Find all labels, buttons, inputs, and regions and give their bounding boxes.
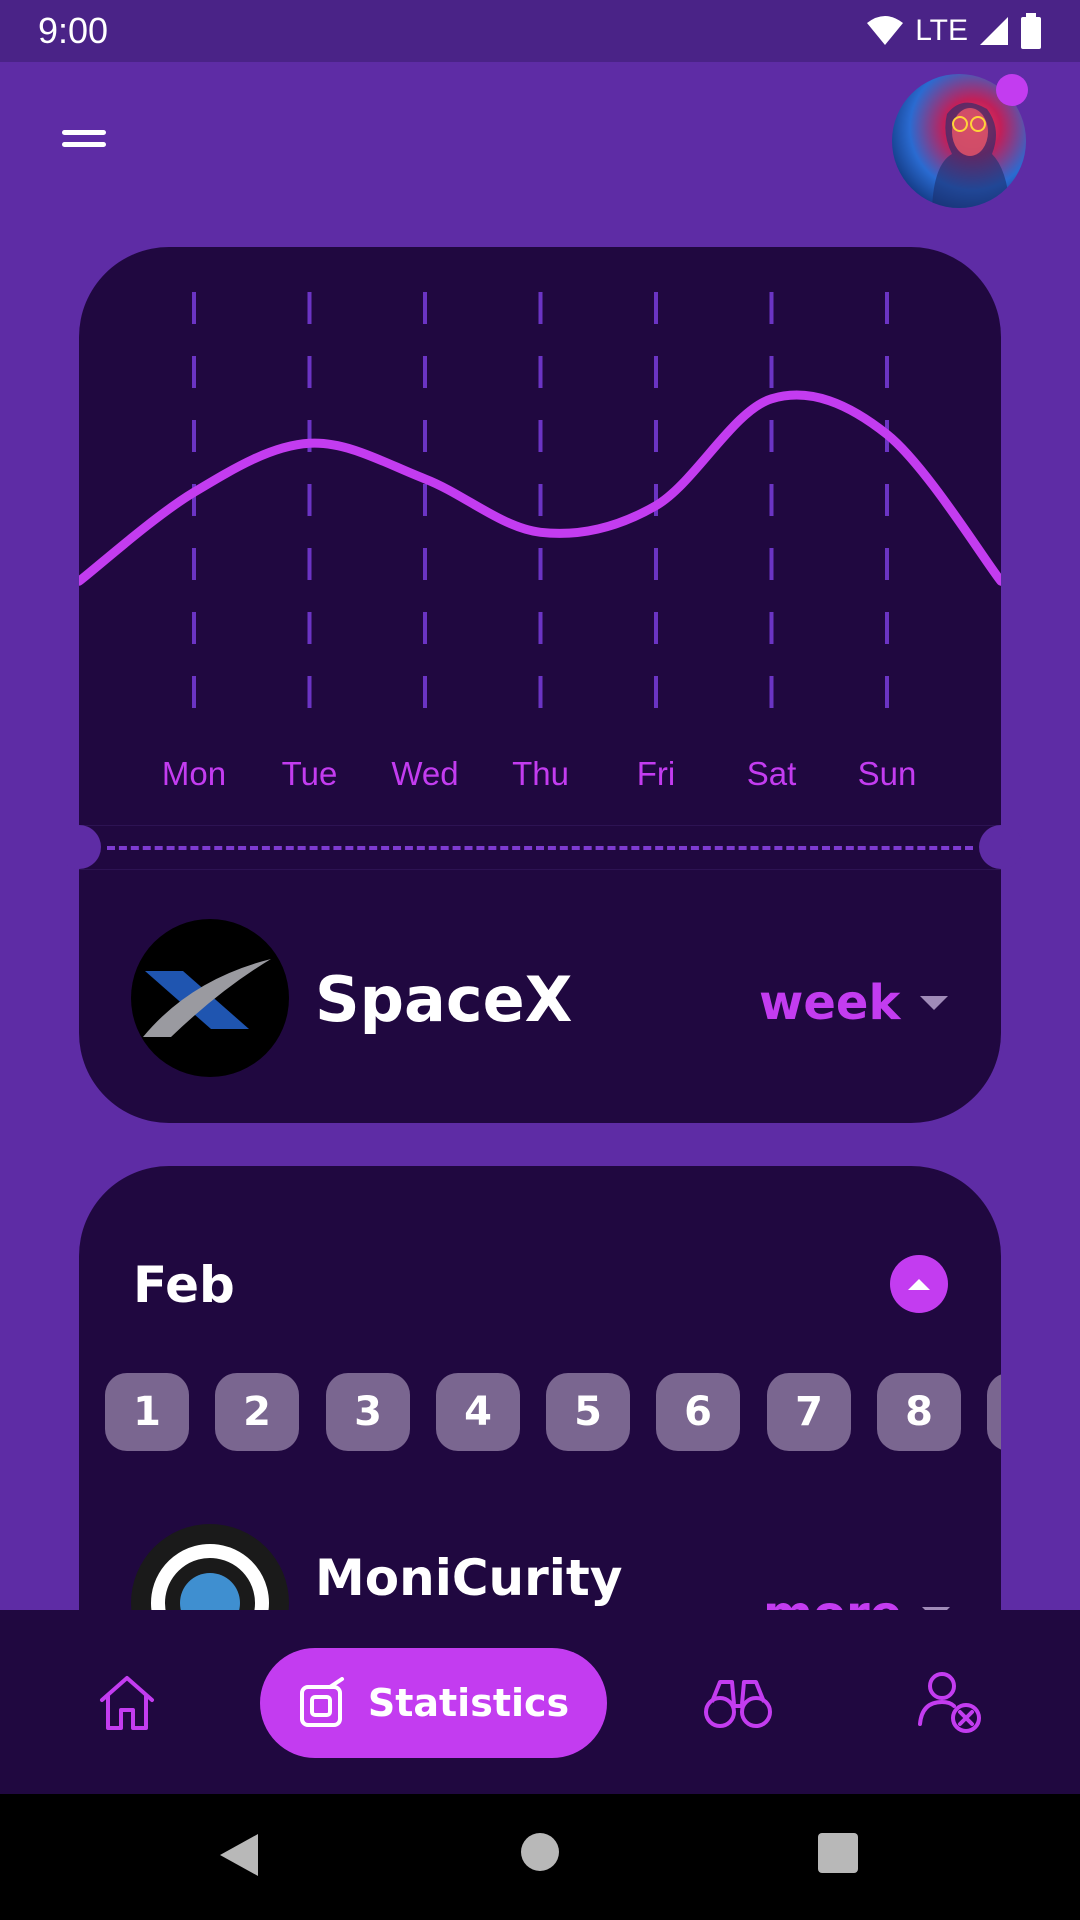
ticket-notch-right	[979, 825, 1023, 869]
menu-bar	[62, 142, 106, 147]
nav-statistics-button[interactable]: Statistics	[260, 1648, 607, 1758]
company2-name: MoniCurity	[315, 1549, 623, 1607]
x-tick-label: Sat	[746, 755, 797, 792]
day-chip[interactable]: 1	[105, 1373, 189, 1451]
x-tick-label: Sun	[857, 755, 917, 792]
status-bar: 9:00 LTE	[0, 0, 1080, 62]
spacex-logo-icon	[143, 959, 271, 1037]
spacex-logo	[131, 919, 289, 1077]
chevron-down-icon	[920, 996, 949, 1010]
day-chip-partial[interactable]	[987, 1373, 1001, 1451]
bottom-navigation: Statistics	[0, 1610, 1080, 1794]
binoculars-icon[interactable]	[702, 1672, 774, 1737]
notification-dot	[996, 74, 1028, 106]
network-type: LTE	[915, 14, 968, 47]
day-chip[interactable]: 5	[546, 1373, 630, 1451]
period-label: week	[759, 975, 901, 1031]
cell-signal-icon	[980, 17, 1008, 45]
day-chip[interactable]: 3	[326, 1373, 410, 1451]
weekly-line-chart	[79, 292, 1001, 737]
calendar-card: Feb 1 2 3 4 5 6 7 8 MoniCurity more	[79, 1166, 1001, 1626]
wifi-icon	[867, 16, 904, 45]
company-name: SpaceX	[315, 963, 573, 1036]
ticket-notch-left	[57, 825, 101, 869]
day-chip[interactable]: 2	[215, 1373, 299, 1451]
hamburger-menu-icon[interactable]	[62, 130, 106, 154]
x-tick-label: Mon	[161, 755, 227, 792]
home-icon[interactable]	[96, 1672, 158, 1739]
x-tick-label: Fri	[636, 755, 676, 792]
day-chip[interactable]: 6	[656, 1373, 740, 1451]
nav-statistics-label: Statistics	[367, 1681, 570, 1725]
battery-icon	[1021, 13, 1041, 49]
perforation-line	[107, 846, 973, 850]
recents-icon[interactable]	[817, 1832, 859, 1879]
day-chip[interactable]: 4	[436, 1373, 520, 1451]
user-remove-icon[interactable]	[916, 1668, 984, 1741]
divider	[79, 869, 1001, 870]
statistics-icon	[299, 1677, 344, 1727]
period-dropdown[interactable]: week	[759, 975, 949, 1031]
month-label: Feb	[133, 1256, 235, 1314]
x-tick-label: Wed	[391, 755, 459, 792]
menu-bar	[62, 130, 106, 135]
day-chip[interactable]: 7	[767, 1373, 851, 1451]
day-chip[interactable]: 8	[877, 1373, 961, 1451]
x-tick-label: Tue	[281, 755, 338, 792]
avatar[interactable]	[892, 74, 1028, 208]
chart-card: Mon Tue Wed Thu Fri Sat Sun SpaceX week	[57, 247, 1023, 1123]
home-button-icon[interactable]	[520, 1832, 560, 1877]
system-navigation-bar	[0, 1794, 1080, 1920]
status-time: 9:00	[38, 10, 109, 51]
collapse-button[interactable]	[890, 1255, 948, 1313]
chevron-up-icon	[908, 1278, 930, 1290]
back-icon[interactable]	[218, 1832, 260, 1883]
status-icons: LTE	[865, 13, 1042, 49]
x-tick-label: Thu	[512, 755, 569, 792]
divider	[79, 825, 1001, 826]
